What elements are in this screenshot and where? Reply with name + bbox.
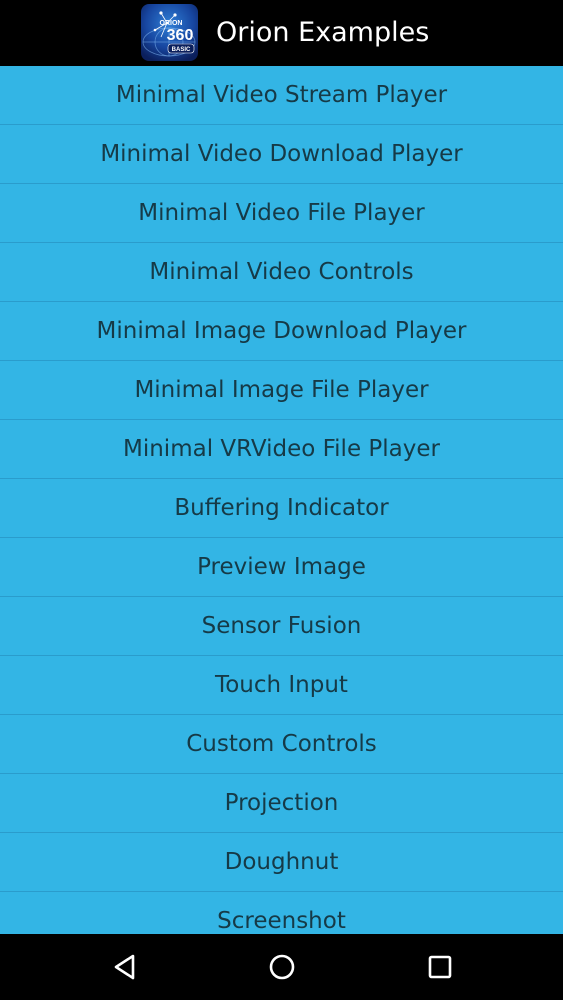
list-item-minimal-image-file-player[interactable]: Minimal Image File Player	[0, 361, 563, 420]
list-item-minimal-video-stream-player[interactable]: Minimal Video Stream Player	[0, 66, 563, 125]
list-item-minimal-vrvideo-file-player[interactable]: Minimal VRVideo File Player	[0, 420, 563, 479]
list-item-label: Touch Input	[215, 672, 348, 698]
list-item-preview-image[interactable]: Preview Image	[0, 538, 563, 597]
logo-text-main: 360	[167, 27, 194, 44]
list-item-custom-controls[interactable]: Custom Controls	[0, 715, 563, 774]
list-item-buffering-indicator[interactable]: Buffering Indicator	[0, 479, 563, 538]
list-item-label: Doughnut	[224, 849, 339, 875]
list-item-minimal-video-download-player[interactable]: Minimal Video Download Player	[0, 125, 563, 184]
list-item-label: Sensor Fusion	[201, 613, 362, 639]
list-item-label: Projection	[224, 790, 339, 816]
examples-list[interactable]: Minimal Video Stream Player Minimal Vide…	[0, 66, 563, 934]
list-item-doughnut[interactable]: Doughnut	[0, 833, 563, 892]
orion360-basic-logo-icon: ORION 360 BASIC	[141, 4, 198, 61]
list-item-label: Minimal VRVideo File Player	[123, 436, 440, 462]
recents-square-icon[interactable]	[425, 952, 455, 982]
list-item-minimal-video-file-player[interactable]: Minimal Video File Player	[0, 184, 563, 243]
list-item-label: Buffering Indicator	[174, 495, 389, 521]
list-item-label: Minimal Video Stream Player	[115, 82, 448, 108]
logo-text-bottom: BASIC	[172, 47, 191, 53]
list-item-label: Preview Image	[197, 554, 366, 580]
list-item-label: Minimal Video File Player	[138, 200, 425, 226]
logo-text-top: ORION	[160, 20, 183, 27]
app-title: Orion Examples	[216, 17, 430, 48]
list-item-touch-input[interactable]: Touch Input	[0, 656, 563, 715]
list-item-screenshot[interactable]: Screenshot	[0, 892, 563, 934]
list-item-projection[interactable]: Projection	[0, 774, 563, 833]
system-nav-bar	[0, 934, 563, 1000]
list-item-label: Minimal Video Download Player	[100, 141, 463, 167]
home-circle-icon[interactable]	[267, 952, 297, 982]
app-bar: ORION 360 BASIC Orion Examples	[0, 0, 563, 66]
list-item-label: Screenshot	[217, 908, 346, 934]
list-item-label: Custom Controls	[186, 731, 377, 757]
list-item-label: Minimal Image Download Player	[96, 318, 467, 344]
list-item-minimal-video-controls[interactable]: Minimal Video Controls	[0, 243, 563, 302]
app-screen: ORION 360 BASIC Orion Examples Minimal V…	[0, 0, 563, 1000]
back-triangle-icon[interactable]	[110, 952, 140, 982]
list-item-label: Minimal Image File Player	[134, 377, 429, 403]
list-item-minimal-image-download-player[interactable]: Minimal Image Download Player	[0, 302, 563, 361]
list-item-sensor-fusion[interactable]: Sensor Fusion	[0, 597, 563, 656]
list-item-label: Minimal Video Controls	[149, 259, 414, 285]
